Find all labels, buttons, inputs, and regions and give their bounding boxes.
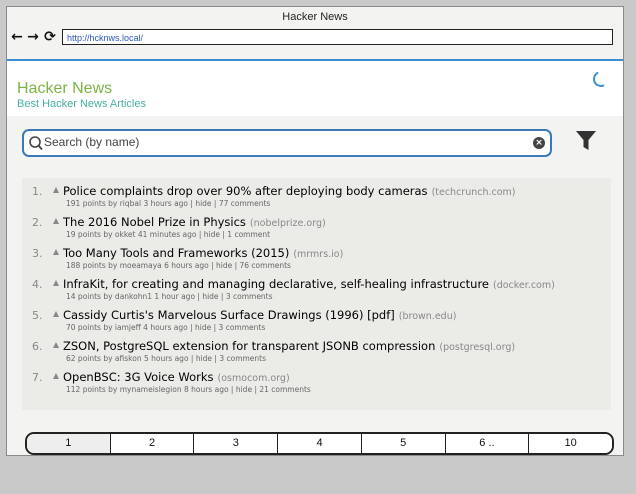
loading-spinner-icon (590, 68, 612, 90)
page-button-1[interactable]: 1 (27, 434, 111, 453)
pagination: 1 2 3 4 5 6 .. 10 (25, 432, 614, 455)
page-button-5[interactable]: 5 (361, 434, 446, 453)
item-rank: 4. (32, 278, 43, 291)
search-input[interactable]: Search (by name) × (22, 129, 552, 157)
item-title[interactable]: ZSON, PostgreSQL extension for transpare… (63, 339, 515, 353)
item-title[interactable]: InfraKit, for creating and managing decl… (63, 277, 555, 291)
app-header: Hacker News Best Hacker News Articles (7, 61, 623, 116)
search-icon (29, 136, 43, 151)
list-item: 5. Cassidy Curtis's Marvelous Surface Dr… (22, 306, 611, 335)
list-item: 1. Police complaints drop over 90% after… (22, 182, 611, 211)
item-title[interactable]: OpenBSC: 3G Voice Works (osmocom.org) (63, 370, 290, 384)
item-meta: 19 points by okket 41 minutes ago | hide… (66, 230, 271, 239)
upvote-icon[interactable] (53, 280, 59, 286)
item-meta: 191 points by riqbal 3 hours ago | hide … (66, 199, 271, 208)
window-title: Hacker News (282, 11, 348, 23)
upvote-icon[interactable] (53, 187, 59, 193)
item-title[interactable]: Too Many Tools and Frameworks (2015) (mrm… (63, 246, 343, 260)
back-icon[interactable]: ← (9, 28, 25, 46)
item-title[interactable]: Police complaints drop over 90% after de… (63, 184, 516, 198)
navigation-bar: ← → ⟳ http://hcknws.local/ (7, 27, 623, 49)
item-domain[interactable]: (postgresql.org) (439, 342, 515, 353)
list-item: 4. InfraKit, for creating and managing d… (22, 275, 611, 304)
upvote-icon[interactable] (53, 249, 59, 255)
item-title-text[interactable]: OpenBSC: 3G Voice Works (63, 370, 214, 384)
item-title-text[interactable]: InfraKit, for creating and managing decl… (63, 277, 489, 291)
list-item: 3. Too Many Tools and Frameworks (2015) (… (22, 244, 611, 273)
item-title-text[interactable]: The 2016 Nobel Prize in Physics (63, 215, 246, 229)
item-title-text[interactable]: Cassidy Curtis's Marvelous Surface Drawi… (63, 308, 395, 322)
item-title[interactable]: Cassidy Curtis's Marvelous Surface Drawi… (63, 308, 456, 322)
item-rank: 7. (32, 371, 43, 384)
upvote-icon[interactable] (53, 342, 59, 348)
item-rank: 5. (32, 309, 43, 322)
item-meta: 188 points by moeamaya 6 hours ago | hid… (66, 261, 291, 270)
app-title[interactable]: Hacker News (17, 80, 112, 98)
address-bar[interactable]: http://hcknws.local/ (62, 29, 613, 45)
page-button-10[interactable]: 10 (529, 434, 612, 453)
item-domain[interactable]: (docker.com) (493, 280, 555, 291)
item-domain[interactable]: (osmocom.org) (218, 373, 290, 384)
page-button-4[interactable]: 4 (278, 434, 362, 453)
item-title[interactable]: The 2016 Nobel Prize in Physics (nobelpri… (63, 215, 326, 229)
item-domain[interactable]: (brown.edu) (399, 311, 457, 322)
list-item: 6. ZSON, PostgreSQL extension for transp… (22, 337, 611, 366)
item-domain[interactable]: (techcrunch.com) (432, 187, 516, 198)
item-rank: 3. (32, 247, 43, 260)
item-meta: 62 points by afiskon 5 hours ago | hide … (66, 354, 267, 363)
page-button-3[interactable]: 3 (194, 434, 279, 453)
reload-icon[interactable]: ⟳ (42, 28, 58, 46)
forward-icon[interactable]: → (25, 28, 41, 46)
item-title-text[interactable]: ZSON, PostgreSQL extension for transpare… (63, 339, 435, 353)
item-rank: 6. (32, 340, 43, 353)
item-title-text[interactable]: Too Many Tools and Frameworks (2015) (63, 246, 289, 260)
item-meta: 112 points by mynameislegion 8 hours ago… (66, 385, 311, 394)
item-meta: 70 points by iamjeff 4 hours ago | hide … (66, 323, 266, 332)
filter-icon[interactable] (575, 129, 597, 153)
search-placeholder: Search (by name) (44, 135, 140, 149)
article-list: 1. Police complaints drop over 90% after… (22, 178, 611, 410)
upvote-icon[interactable] (53, 373, 59, 379)
item-domain[interactable]: (mrmrs.io) (293, 249, 343, 260)
browser-window: Hacker News ← → ⟳ http://hcknws.local/ H… (6, 6, 624, 456)
page-button-2[interactable]: 2 (110, 434, 195, 453)
item-title-text[interactable]: Police complaints drop over 90% after de… (63, 184, 428, 198)
item-domain[interactable]: (nobelprize.org) (250, 218, 326, 229)
item-meta: 14 points by dankohn1 1 hour ago | hide … (66, 292, 273, 301)
upvote-icon[interactable] (53, 311, 59, 317)
upvote-icon[interactable] (53, 218, 59, 224)
app-subtitle: Best Hacker News Articles (17, 98, 146, 110)
page-button-6[interactable]: 6 .. (445, 434, 530, 453)
clear-search-icon[interactable]: × (533, 137, 545, 149)
list-item: 7. OpenBSC: 3G Voice Works (osmocom.org) … (22, 368, 611, 397)
list-item: 2. The 2016 Nobel Prize in Physics (nobel… (22, 213, 611, 242)
item-rank: 2. (32, 216, 43, 229)
item-rank: 1. (32, 185, 43, 198)
